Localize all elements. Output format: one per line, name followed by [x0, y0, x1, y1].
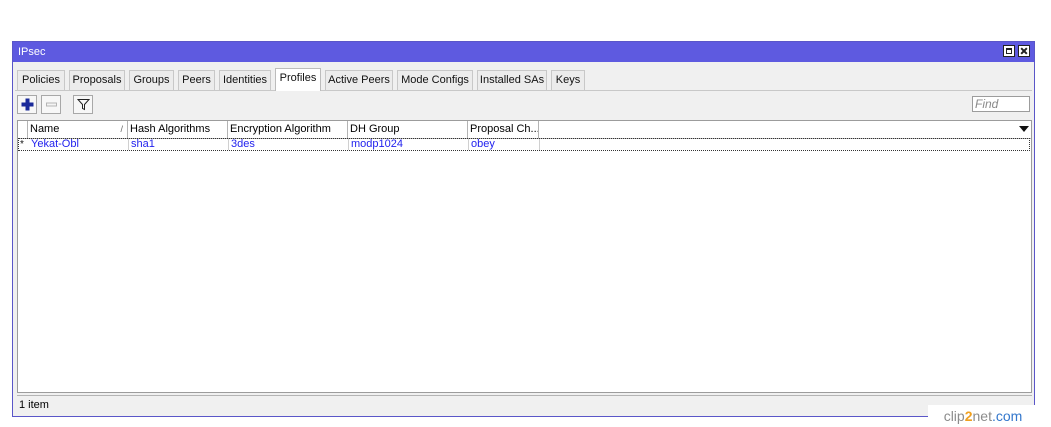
tab-active-peers[interactable]: Active Peers	[325, 70, 393, 90]
watermark-part-3: net	[972, 408, 992, 424]
status-bar: 1 item	[17, 395, 1032, 414]
header-proposal-check[interactable]: Proposal Ch...	[468, 121, 539, 138]
cell-encryption: 3des	[229, 139, 349, 150]
tab-installed-sas[interactable]: Installed SAs	[477, 70, 547, 90]
find-input[interactable]: Find	[972, 96, 1030, 112]
header-dh-group[interactable]: DH Group	[348, 121, 468, 138]
watermark-part-2: 2	[964, 408, 973, 424]
title-bar[interactable]: IPsec	[13, 42, 1034, 62]
plus-icon	[21, 98, 34, 111]
header-name[interactable]: Name /	[28, 121, 128, 138]
watermark-part-4: .com	[991, 408, 1023, 424]
tab-groups[interactable]: Groups	[129, 70, 174, 90]
cell-dh-group: modp1024	[349, 139, 469, 150]
filter-button[interactable]	[73, 95, 93, 114]
tab-profiles[interactable]: Profiles	[275, 68, 321, 91]
tab-keys[interactable]: Keys	[551, 70, 585, 90]
header-encryption-algorithm[interactable]: Encryption Algorithm	[228, 121, 348, 138]
minus-icon	[46, 102, 57, 107]
tab-proposals[interactable]: Proposals	[69, 70, 125, 90]
watermark-part-1: clip	[943, 408, 965, 424]
column-chooser-chevron-down-icon[interactable]	[1019, 126, 1029, 132]
tab-peers[interactable]: Peers	[178, 70, 215, 90]
tab-identities[interactable]: Identities	[219, 70, 271, 90]
tab-divider	[15, 90, 1032, 91]
maximize-icon[interactable]	[1003, 45, 1015, 57]
remove-button[interactable]	[41, 95, 61, 114]
header-name-label: Name	[30, 123, 60, 135]
cell-hash: sha1	[129, 139, 229, 150]
row-flag: *	[20, 139, 24, 150]
table-row[interactable]: * Yekat-Obl sha1 3des modp1024 obey	[18, 138, 1030, 151]
watermark-logo: clip2net.com	[928, 405, 1038, 427]
ipsec-window: IPsec Policies Proposals Groups Peers Id…	[12, 41, 1035, 417]
header-flag-column	[18, 121, 28, 138]
filter-icon	[77, 99, 90, 111]
window-title: IPsec	[18, 46, 46, 58]
header-hash-algorithms[interactable]: Hash Algorithms	[128, 121, 228, 138]
sort-icon: /	[120, 124, 123, 134]
cell-name: Yekat-Obl	[29, 139, 129, 150]
tab-policies[interactable]: Policies	[17, 70, 65, 90]
table-header: Name / Hash Algorithms Encryption Algori…	[18, 121, 1031, 139]
close-icon[interactable]	[1018, 45, 1030, 57]
tab-mode-configs[interactable]: Mode Configs	[397, 70, 473, 90]
add-button[interactable]	[17, 95, 37, 114]
cell-proposal-check: obey	[469, 139, 540, 150]
profiles-table: Name / Hash Algorithms Encryption Algori…	[17, 120, 1032, 393]
